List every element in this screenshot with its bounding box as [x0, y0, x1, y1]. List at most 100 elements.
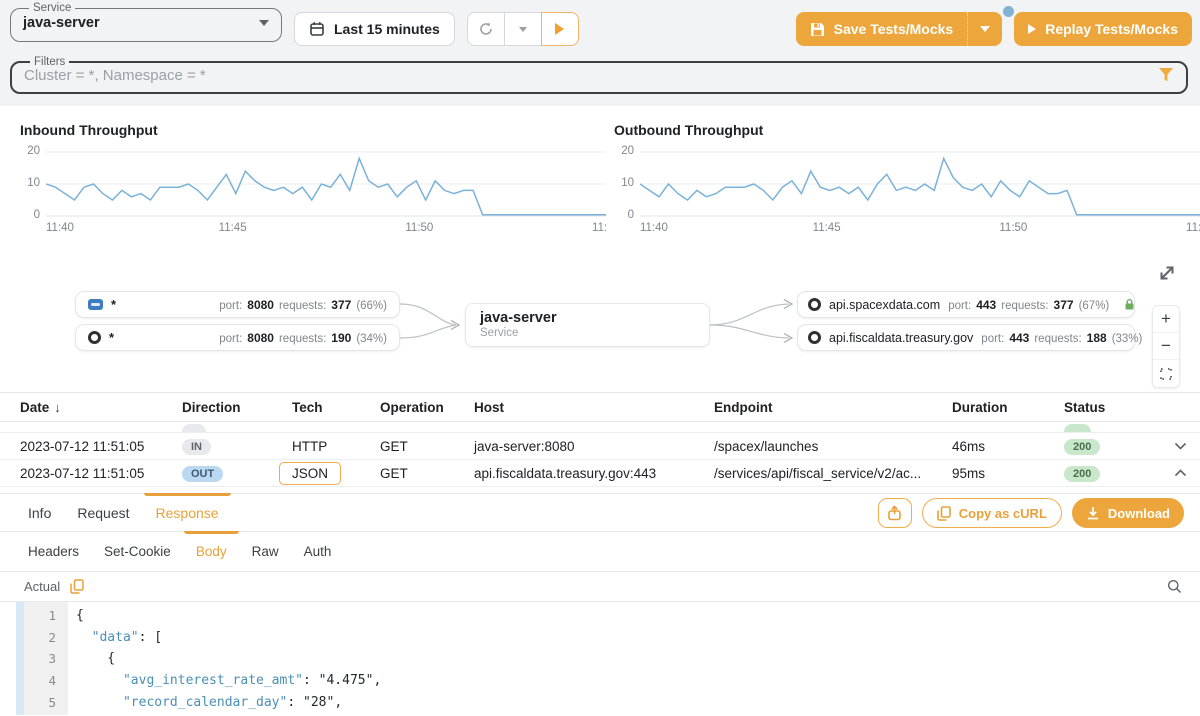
chart-title: Outbound Throughput: [614, 122, 1200, 138]
tab-response[interactable]: Response: [156, 494, 219, 531]
cell-status: 200: [1064, 438, 1160, 455]
table-row[interactable]: 2023-07-12 11:51:05 IN HTTP GET java-ser…: [0, 433, 1200, 460]
node-name: api.fiscaldata.treasury.gov: [829, 331, 973, 345]
request-detail-panel: Info Request Response Copy as cURL Downl…: [0, 493, 1200, 715]
refresh-icon: [478, 21, 494, 37]
chevron-down-icon: [1174, 442, 1187, 450]
map-service-node[interactable]: java-server Service: [465, 303, 710, 347]
cell-operation: GET: [380, 466, 474, 481]
save-tests-mocks-label: Save Tests/Mocks: [834, 21, 954, 37]
cell-date: 2023-07-12 11:51:05: [20, 439, 182, 454]
chart-plot-area: [640, 148, 1200, 220]
column-endpoint[interactable]: Endpoint: [714, 400, 952, 415]
download-button[interactable]: Download: [1072, 498, 1184, 528]
node-name: *: [111, 297, 116, 312]
response-subtabs: Headers Set-Cookie Body Raw Auth: [0, 531, 1200, 571]
search-icon: [1167, 579, 1182, 594]
map-source-node[interactable]: * port:8080 requests:190 (34%): [75, 324, 400, 351]
node-name: api.spacexdata.com: [829, 298, 940, 312]
download-icon: [1086, 506, 1100, 520]
download-label: Download: [1108, 506, 1170, 521]
column-tech[interactable]: Tech: [292, 400, 380, 415]
filters-placeholder: Cluster = *, Namespace = *: [24, 67, 206, 84]
table-row-selected[interactable]: 2023-07-12 11:51:05 OUT JSON GET api.fis…: [0, 460, 1200, 487]
share-button[interactable]: [878, 498, 912, 528]
table-row-partial[interactable]: [0, 422, 1200, 433]
tab-info[interactable]: Info: [28, 494, 51, 531]
inbound-throughput-chart: Inbound Throughput 20 10 0 11:40 11:45 1…: [0, 106, 606, 248]
chevron-down-icon: [259, 20, 269, 26]
subtab-set-cookie[interactable]: Set-Cookie: [104, 532, 171, 571]
http-source-icon: [88, 299, 103, 310]
column-operation[interactable]: Operation: [380, 400, 474, 415]
column-date[interactable]: Date↓: [20, 400, 182, 415]
cell-host: java-server:8080: [474, 439, 714, 454]
map-zoom-controls: + −: [1152, 305, 1180, 388]
chart-title: Inbound Throughput: [20, 122, 606, 138]
cell-tech: HTTP: [292, 439, 380, 454]
subtab-auth[interactable]: Auth: [304, 532, 332, 571]
refresh-options-button[interactable]: [504, 12, 542, 46]
column-host[interactable]: Host: [474, 400, 714, 415]
code-line: 5 "record_calendar_day": "28",: [24, 691, 1200, 713]
cell-direction: OUT: [182, 465, 292, 482]
column-duration[interactable]: Duration: [952, 400, 1064, 415]
play-icon: [555, 23, 564, 35]
zoom-out-button[interactable]: −: [1153, 333, 1179, 360]
node-stats: port:8080 requests:190 (34%): [219, 331, 387, 345]
external-host-icon: [808, 298, 821, 311]
zoom-in-button[interactable]: +: [1153, 306, 1179, 333]
play-button[interactable]: [541, 12, 579, 46]
code-line: 1{: [24, 605, 1200, 627]
body-toolbar: Actual: [0, 571, 1200, 601]
expand-map-button[interactable]: [1154, 260, 1180, 286]
replay-tests-mocks-button[interactable]: Replay Tests/Mocks: [1014, 12, 1192, 46]
search-body-button[interactable]: [1167, 579, 1182, 594]
map-destination-node[interactable]: api.fiscaldata.treasury.gov port:443 req…: [797, 324, 1135, 351]
service-select[interactable]: Service java-server: [10, 2, 282, 42]
copy-as-curl-button[interactable]: Copy as cURL: [922, 498, 1062, 528]
refresh-button[interactable]: [467, 12, 505, 46]
filter-funnel-icon[interactable]: [1158, 68, 1174, 82]
copy-icon: [70, 579, 84, 594]
y-axis: 20 10 0: [20, 148, 46, 220]
tab-request[interactable]: Request: [77, 494, 129, 531]
response-body-editor[interactable]: 1{ 2 "data": [ 3 { 4 "avg_interest_rate_…: [0, 601, 1200, 715]
subtab-body[interactable]: Body: [196, 532, 227, 571]
cell-status: 200: [1064, 465, 1160, 482]
copy-body-button[interactable]: [70, 579, 84, 594]
expand-diagonal-icon: [1157, 263, 1177, 283]
cell-date: 2023-07-12 11:51:05: [20, 466, 182, 481]
copy-as-curl-label: Copy as cURL: [959, 506, 1047, 521]
requests-table: Date↓ Direction Tech Operation Host Endp…: [0, 392, 1200, 487]
node-stats: port:443 requests:188 (33%): [981, 331, 1142, 345]
external-host-icon: [808, 331, 821, 344]
chevron-down-icon: [980, 26, 990, 32]
map-source-node[interactable]: * port:8080 requests:377 (66%): [75, 291, 400, 318]
fit-view-button[interactable]: [1153, 360, 1179, 387]
cell-direction: IN: [182, 438, 292, 455]
filters-input[interactable]: Filters Cluster = *, Namespace = *: [10, 56, 1188, 94]
cell-duration: 46ms: [952, 439, 1064, 454]
column-direction[interactable]: Direction: [182, 400, 292, 415]
save-tests-mocks-button[interactable]: Save Tests/Mocks: [796, 12, 1003, 46]
service-node-type: Service: [480, 327, 695, 339]
map-destination-node[interactable]: api.spacexdata.com port:443 requests:377…: [797, 291, 1135, 318]
expand-row-button[interactable]: [1160, 442, 1200, 450]
replay-tests-mocks-label: Replay Tests/Mocks: [1045, 21, 1178, 37]
column-status[interactable]: Status: [1064, 400, 1160, 415]
outbound-throughput-chart: Outbound Throughput 20 10 0 11:40 11:45 …: [606, 106, 1200, 248]
subtab-headers[interactable]: Headers: [28, 532, 79, 571]
chevron-up-icon: [1174, 469, 1187, 477]
table-header: Date↓ Direction Tech Operation Host Endp…: [0, 392, 1200, 422]
collapse-row-button[interactable]: [1160, 469, 1200, 477]
editor-scrollbar[interactable]: [16, 602, 24, 715]
save-options-button[interactable]: [968, 12, 1002, 46]
node-stats: port:443 requests:377 (67%): [948, 298, 1109, 312]
service-map: * port:8080 requests:377 (66%) * port:80…: [0, 248, 1200, 392]
x-axis: 11:40 11:45 11:50 11:55: [46, 221, 606, 237]
time-range-button[interactable]: Last 15 minutes: [294, 12, 455, 46]
service-label: Service: [29, 2, 75, 14]
code-line: 3 {: [24, 648, 1200, 670]
subtab-raw[interactable]: Raw: [252, 532, 279, 571]
